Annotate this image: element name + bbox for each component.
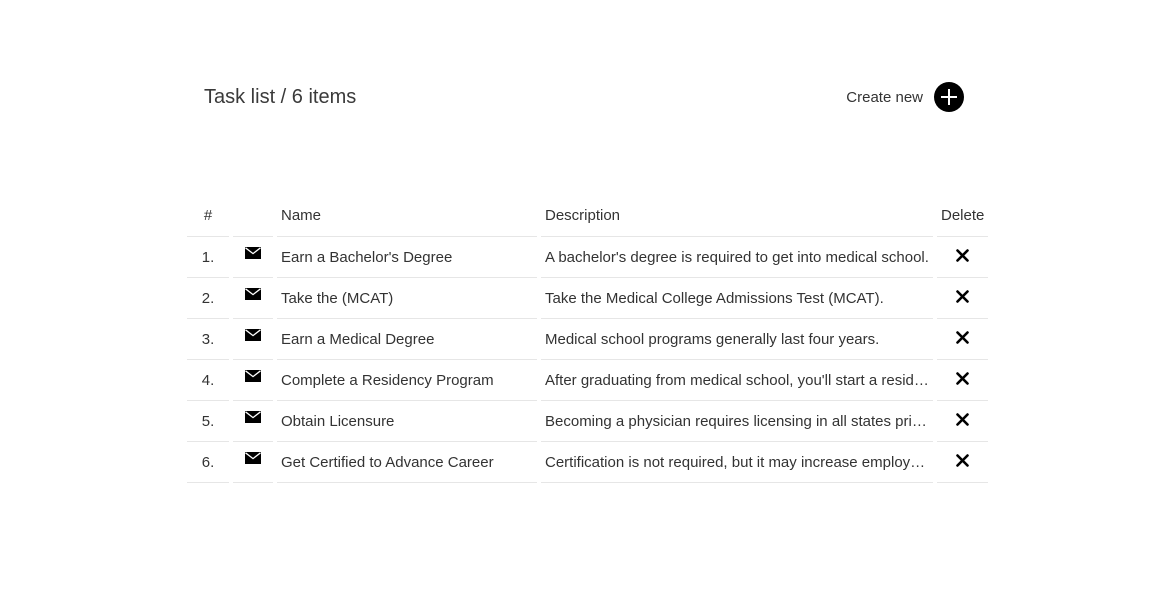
row-icon-cell [233,401,273,442]
row-number: 1. [187,237,229,278]
column-header-number: # [187,195,229,237]
task-table: # Name Description Delete 1. Earn a Bache… [183,195,992,483]
delete-cell [937,237,989,278]
row-number: 4. [187,360,229,401]
task-name: Complete a Residency Program [277,360,537,401]
envelope-icon[interactable] [245,246,261,259]
close-icon[interactable] [956,372,969,385]
delete-cell [937,442,989,483]
task-name: Earn a Medical Degree [277,319,537,360]
column-header-delete: Delete [937,195,989,237]
row-icon-cell [233,442,273,483]
create-new-label: Create new [846,88,923,106]
delete-cell [937,278,989,319]
task-description: Take the Medical College Admissions Test… [541,278,933,319]
table-row: 4. Complete a Residency Program After grad… [187,360,989,401]
row-number: 2. [187,278,229,319]
table-row: 2. Take the (MCAT) Take the Medical Colleg… [187,278,989,319]
close-icon[interactable] [956,331,969,344]
task-description: Certification is not required, but it ma… [541,442,933,483]
envelope-icon[interactable] [245,410,261,423]
task-description: After graduating from medical school, yo… [541,360,933,401]
envelope-icon[interactable] [245,287,261,300]
envelope-icon[interactable] [245,369,261,382]
task-name: Take the (MCAT) [277,278,537,319]
task-description: Medical school programs generally last f… [541,319,933,360]
table-row: 5. Obtain Licensure Becoming a physician r… [187,401,989,442]
task-description: A bachelor's degree is required to get i… [541,237,933,278]
task-list-page: Task list / 6 items Create new # Name De… [0,0,1168,596]
table-row: 3. Earn a Medical Degree Medical school pr… [187,319,989,360]
row-icon-cell [233,360,273,401]
close-icon[interactable] [956,290,969,303]
close-icon[interactable] [956,454,969,467]
table-header-row: # Name Description Delete [187,195,989,237]
row-icon-cell [233,319,273,360]
page-title: Task list / 6 items [204,86,357,108]
row-icon-cell [233,278,273,319]
page-header: Task list / 6 items Create new [204,80,964,116]
delete-cell [937,360,989,401]
envelope-icon[interactable] [245,451,261,464]
row-number: 5. [187,401,229,442]
column-header-name: Name [277,195,537,237]
row-number: 6. [187,442,229,483]
table-row: 6. Get Certified to Advance Career Certifi… [187,442,989,483]
create-new-button[interactable]: Create new [846,82,964,112]
column-header-icon [233,195,273,237]
close-icon[interactable] [956,413,969,426]
task-name: Obtain Licensure [277,401,537,442]
envelope-icon[interactable] [245,328,261,341]
delete-cell [937,319,989,360]
table-row: 1. Earn a Bachelor's Degree A bachelor's d… [187,237,989,278]
plus-circle-icon[interactable] [934,82,964,112]
row-icon-cell [233,237,273,278]
close-icon[interactable] [956,249,969,262]
column-header-description: Description [541,195,933,237]
task-name: Get Certified to Advance Career [277,442,537,483]
task-name: Earn a Bachelor's Degree [277,237,537,278]
task-description: Becoming a physician requires licensing … [541,401,933,442]
delete-cell [937,401,989,442]
row-number: 3. [187,319,229,360]
